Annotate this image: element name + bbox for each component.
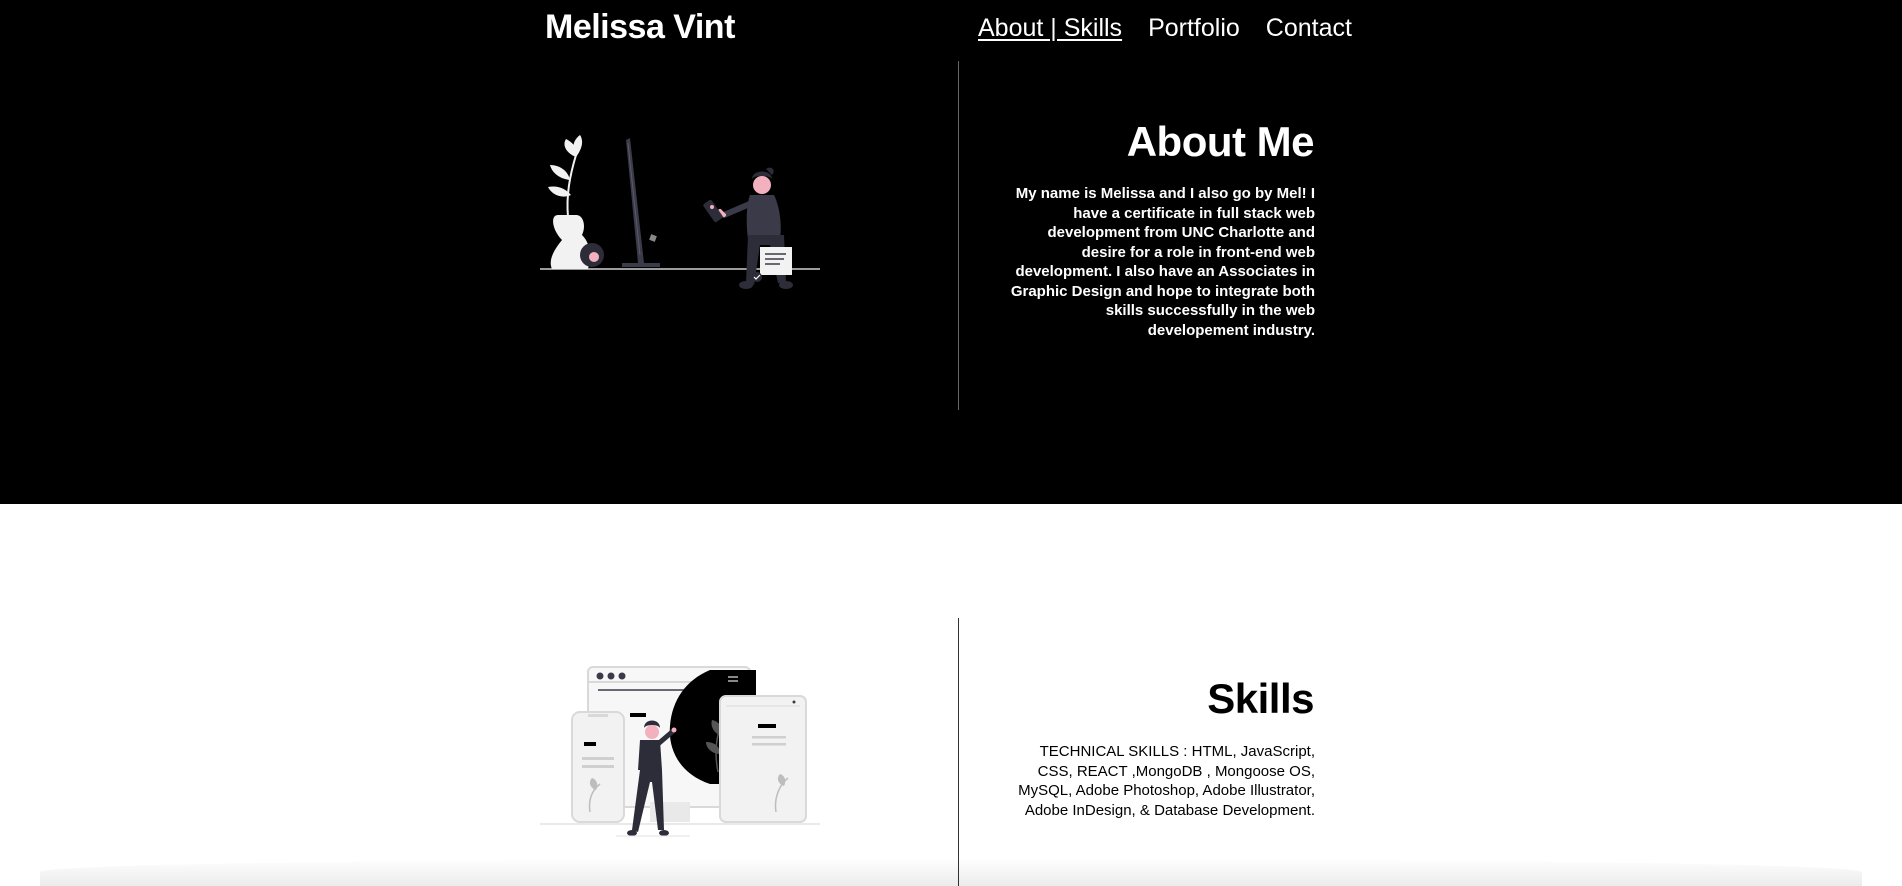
skills-illustration [540,666,820,837]
about-title: About Me [1126,118,1315,165]
about-illustration [540,135,820,289]
skills-divider [958,618,959,886]
bottom-shadow [40,858,1862,886]
skills-title: Skills [1207,675,1314,722]
site-title[interactable]: Melissa Vint [545,8,735,47]
nav-about-skills[interactable]: About | Skills [978,14,1122,43]
skills-text: TECHNICAL SKILLS : HTML, JavaScript, CSS… [1018,743,1315,819]
about-text: My name is Melissa and I also go by Mel!… [1010,185,1315,339]
main-nav: About | Skills Portfolio Contact [978,14,1352,43]
about-divider [958,61,959,410]
nav-portfolio[interactable]: Portfolio [1148,14,1240,43]
nav-contact[interactable]: Contact [1266,14,1352,43]
about-section: Melissa Vint About | Skills Portfolio Co… [0,0,1902,504]
